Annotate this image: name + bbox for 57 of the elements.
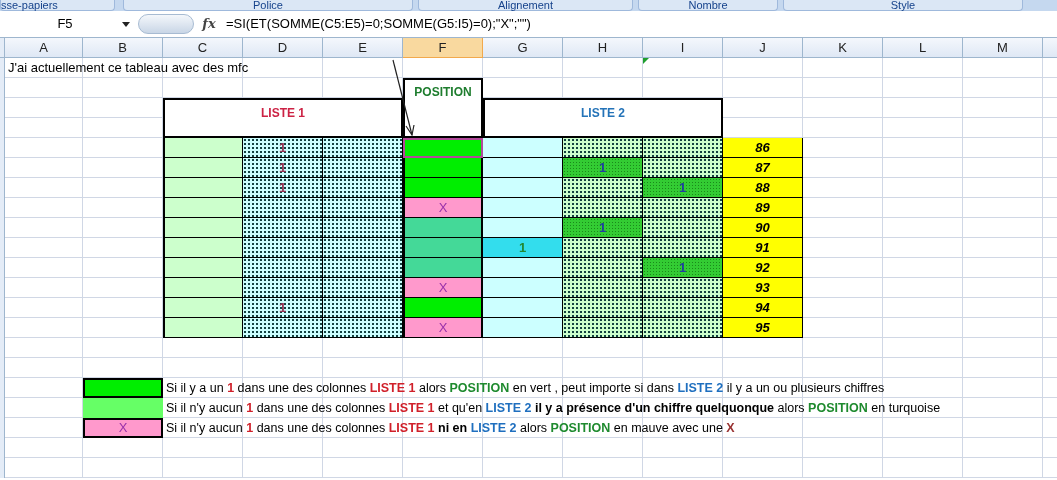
table-cell: 89 bbox=[723, 198, 803, 218]
table-cell: 88 bbox=[723, 178, 803, 198]
column-header[interactable]: C bbox=[163, 38, 243, 58]
column-header[interactable]: H bbox=[563, 38, 643, 58]
ribbon-group-label: Alignement bbox=[418, 0, 633, 11]
dropdown-caret-icon bbox=[122, 21, 130, 27]
table-cell: 90 bbox=[723, 218, 803, 238]
column-group-header: POSITION bbox=[403, 78, 483, 138]
table-cell[interactable] bbox=[403, 238, 483, 258]
table-cell: 1 bbox=[243, 138, 323, 158]
table-cell[interactable] bbox=[403, 298, 483, 318]
table-cell: 1 bbox=[243, 158, 323, 178]
column-header[interactable]: M bbox=[963, 38, 1043, 58]
table-cell: 1 bbox=[243, 298, 323, 318]
formula-field[interactable]: =SI(ET(SOMME(C5:E5)=0;SOMME(G5:I5)=0);"X";"") bbox=[224, 14, 1057, 34]
legend-text: Si il n'y aucun 1 dans une des colonnes LISTE 1 et qu'en LISTE 2 il y a présence d'un chiffre quelquonque alors POSITION en turquoise bbox=[165, 399, 942, 417]
table-cell: 1 bbox=[643, 258, 723, 278]
table-cell[interactable] bbox=[403, 138, 483, 158]
splitter-handle[interactable] bbox=[138, 14, 194, 34]
column-header[interactable]: B bbox=[83, 38, 163, 58]
table-cell: 1 bbox=[643, 178, 723, 198]
table-cell: 1 bbox=[563, 158, 643, 178]
column-header[interactable]: A bbox=[5, 38, 83, 58]
table-cell[interactable] bbox=[403, 158, 483, 178]
column-header[interactable]: J bbox=[723, 38, 803, 58]
table-cell: 87 bbox=[723, 158, 803, 178]
column-header[interactable]: D bbox=[243, 38, 323, 58]
column-header[interactable]: F bbox=[403, 38, 483, 58]
table-cell: 86 bbox=[723, 138, 803, 158]
ribbon-group-label: Style bbox=[783, 0, 1023, 11]
column-group-header: LISTE 2 bbox=[483, 98, 723, 138]
ribbon-group-label: Nombre bbox=[638, 0, 778, 11]
legend-text: Si il n'y aucun 1 dans une des colonnes LISTE 1 ni en LISTE 2 alors POSITION en mauve avec une X bbox=[165, 419, 736, 437]
column-header[interactable]: K bbox=[803, 38, 883, 58]
legend-swatch: X bbox=[83, 418, 163, 438]
table-cell: 93 bbox=[723, 278, 803, 298]
table-cell: 94 bbox=[723, 298, 803, 318]
function-button[interactable]: fx bbox=[194, 14, 224, 34]
table-cell: 1 bbox=[483, 238, 563, 258]
error-indicator-icon bbox=[643, 58, 649, 64]
table-cell: 1 bbox=[243, 178, 323, 198]
table-cell: 95 bbox=[723, 318, 803, 338]
column-group-header: LISTE 1 bbox=[163, 98, 403, 138]
table-cell[interactable] bbox=[403, 218, 483, 238]
column-header[interactable]: G bbox=[483, 38, 563, 58]
table-cell: 1 bbox=[563, 218, 643, 238]
legend-text: Si il y a un 1 dans une des colonnes LISTE 1 alors POSITION en vert , peut importe si dans LISTE 2 il y a un ou plusieurs chiffres bbox=[165, 379, 886, 397]
table-cell[interactable] bbox=[403, 258, 483, 278]
column-header[interactable]: L bbox=[883, 38, 963, 58]
column-header[interactable]: E bbox=[323, 38, 403, 58]
table-cell[interactable] bbox=[403, 178, 483, 198]
table-cell: 92 bbox=[723, 258, 803, 278]
name-box[interactable]: F5 bbox=[0, 14, 138, 34]
ribbon-group-label: Police bbox=[123, 0, 413, 11]
column-header[interactable]: I bbox=[643, 38, 723, 58]
table-cell: 91 bbox=[723, 238, 803, 258]
intro-text: J'ai actuellement ce tableau avec des mfc bbox=[7, 59, 250, 78]
